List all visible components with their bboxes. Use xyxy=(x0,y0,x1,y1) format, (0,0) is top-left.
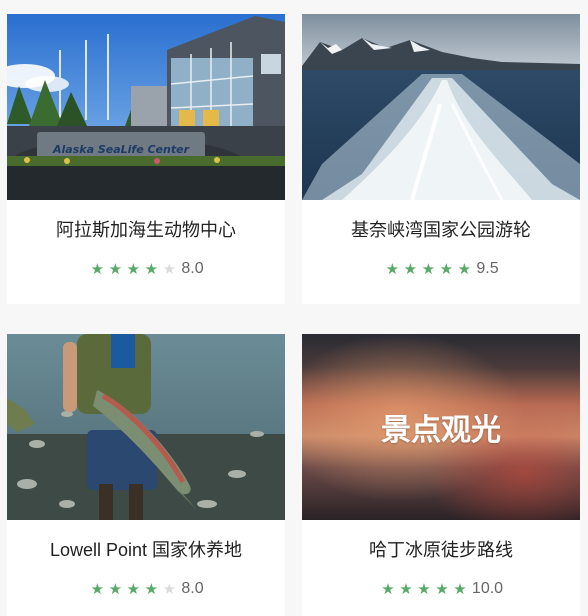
star-rating: ★ ★ ★ ★ ★ xyxy=(379,582,469,597)
star-icon: ★ xyxy=(457,260,472,278)
star-icon: ★ xyxy=(435,580,449,598)
attraction-card-lowell-point[interactable]: Lowell Point 国家休养地 ★ ★ ★ ★ ★ 8.0 xyxy=(7,334,285,616)
star-icon: ★ xyxy=(385,260,400,278)
star-icon: ★ xyxy=(90,580,105,598)
card-image[interactable] xyxy=(7,334,285,520)
rating: ★ ★ ★ ★ ★ 8.0 xyxy=(7,578,285,600)
star-icon: ★ xyxy=(108,580,123,598)
star-icon: ★ xyxy=(421,260,436,278)
star-icon: ★ xyxy=(144,260,159,278)
rating: ★ ★ ★ ★ ★ 10.0 xyxy=(302,578,580,600)
rating: ★ ★ ★ ★ ★ 8.0 xyxy=(7,258,285,280)
attraction-card-sealife-center[interactable]: Alaska SeaLife Center 阿拉斯加海生动物中心 ★ ★ ★ ★… xyxy=(7,14,285,304)
star-icon: ★ xyxy=(108,260,123,278)
rating-score: 9.5 xyxy=(476,260,499,277)
card-title[interactable]: Lowell Point 国家休养地 xyxy=(7,537,285,563)
attraction-card-kenai-fjords-cruise[interactable]: 基奈峡湾国家公园游轮 ★ ★ ★ ★ ★ 9.5 xyxy=(302,14,580,304)
boat-wake-fjord-photo xyxy=(302,14,580,200)
star-rating: ★ ★ ★ ★ ★ xyxy=(383,262,473,277)
star-icon: ★ xyxy=(381,580,395,598)
star-icon: ★ xyxy=(453,580,467,598)
star-icon: ★ xyxy=(417,580,431,598)
card-image[interactable] xyxy=(302,14,580,200)
card-title[interactable]: 基奈峡湾国家公园游轮 xyxy=(302,217,580,243)
card-title[interactable]: 阿拉斯加海生动物中心 xyxy=(7,217,285,243)
aquarium-building-photo: Alaska SeaLife Center xyxy=(7,14,285,200)
star-rating: ★ ★ ★ ★ ★ xyxy=(88,582,178,597)
star-rating: ★ ★ ★ ★ ★ xyxy=(88,262,178,277)
overlay-label: 景点观光 xyxy=(381,413,501,448)
star-icon: ★ xyxy=(399,580,413,598)
rating-score: 10.0 xyxy=(471,580,504,597)
card-image[interactable]: 景点观光 xyxy=(302,334,580,520)
fisherman-salmon-photo xyxy=(7,334,285,520)
rating: ★ ★ ★ ★ ★ 9.5 xyxy=(302,258,580,280)
star-empty-icon: ★ xyxy=(162,580,177,598)
star-icon: ★ xyxy=(126,580,141,598)
star-icon: ★ xyxy=(126,260,141,278)
star-icon: ★ xyxy=(90,260,105,278)
rating-score: 8.0 xyxy=(181,580,204,597)
star-icon: ★ xyxy=(403,260,418,278)
sign-text: Alaska SeaLife Center xyxy=(52,143,190,156)
card-title[interactable]: 哈丁冰原徒步路线 xyxy=(302,537,580,563)
star-icon: ★ xyxy=(439,260,454,278)
star-icon: ★ xyxy=(144,580,159,598)
attraction-card-harding-icefield-trail[interactable]: 景点观光 哈丁冰原徒步路线 ★ ★ ★ ★ ★ 10.0 xyxy=(302,334,580,616)
star-empty-icon: ★ xyxy=(162,260,177,278)
card-image[interactable]: Alaska SeaLife Center xyxy=(7,14,285,200)
rating-score: 8.0 xyxy=(181,260,204,277)
